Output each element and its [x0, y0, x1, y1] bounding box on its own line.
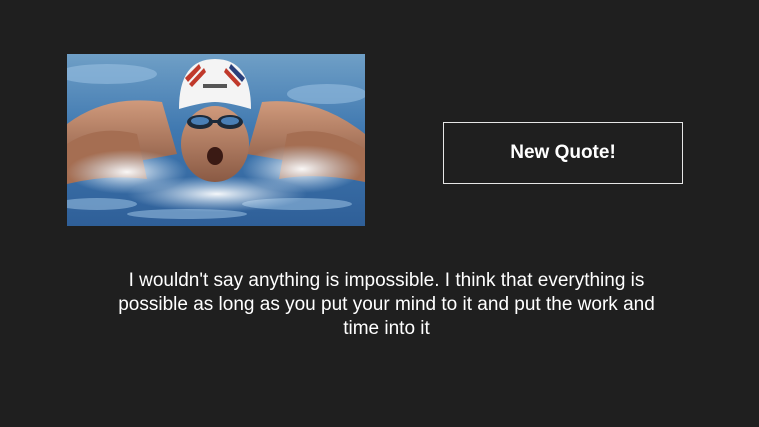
- quote-app: New Quote! I wouldn't say anything is im…: [0, 0, 759, 427]
- quote-text: I wouldn't say anything is impossible. I…: [118, 270, 655, 339]
- swimmer-photo: [67, 54, 365, 226]
- new-quote-button[interactable]: New Quote!: [443, 122, 683, 184]
